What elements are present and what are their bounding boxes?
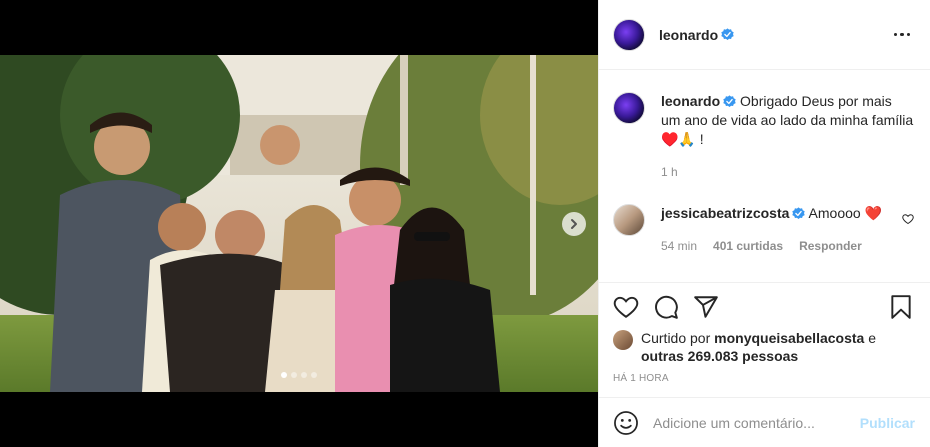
liked-by: Curtido por monyqueisabellacosta e outra… (613, 329, 914, 365)
bookmark-icon (891, 295, 911, 319)
comment-input[interactable] (653, 414, 860, 431)
comment-likes[interactable]: 401 curtidas (713, 237, 783, 256)
heart-icon (613, 296, 639, 318)
verified-badge-icon (723, 95, 736, 108)
caption: leonardo Obrigado Deus por mais um ano d… (613, 92, 914, 182)
share-button[interactable] (693, 294, 719, 320)
heart-icon (902, 214, 914, 225)
reply-button[interactable]: Responder (799, 237, 862, 256)
emoji-button[interactable] (613, 410, 639, 436)
carousel-dot (291, 372, 297, 378)
more-options-icon (893, 32, 897, 37)
chevron-right-icon (571, 219, 577, 229)
caption-time[interactable]: 1 h (661, 163, 678, 182)
like-button[interactable] (613, 294, 639, 320)
comment-text: Amoooo ❤️ (808, 205, 882, 221)
post-side-panel: leonardo leonardo Obrigado Deus por mais… (598, 0, 930, 447)
post-media (0, 0, 598, 447)
author-avatar[interactable] (613, 18, 645, 51)
comment-icon (655, 295, 678, 319)
post-photo[interactable] (0, 55, 598, 392)
post-header: leonardo (599, 0, 930, 70)
liker-avatar[interactable] (613, 330, 633, 350)
verified-badge-icon (721, 28, 734, 41)
add-comment-bar: Publicar (599, 397, 930, 447)
post-timestamp[interactable]: HÁ 1 HORA (613, 373, 914, 384)
liked-by-prefix: Curtido por (641, 330, 711, 346)
verified-badge-icon (792, 207, 806, 220)
emoji-icon (614, 410, 638, 435)
caption-avatar[interactable] (613, 92, 645, 124)
comment-button[interactable] (653, 294, 679, 320)
next-slide-button[interactable] (562, 212, 586, 236)
post-actions: Curtido por monyqueisabellacosta e outra… (599, 282, 930, 396)
share-icon (694, 296, 718, 318)
comment-time[interactable]: 54 min (661, 237, 697, 256)
liker-username[interactable]: monyqueisabellacosta (714, 330, 864, 346)
comments-section: leonardo Obrigado Deus por mais um ano d… (599, 70, 930, 282)
carousel-dot (311, 372, 317, 378)
author-username[interactable]: leonardo (659, 27, 718, 43)
carousel-dot-active (281, 372, 287, 378)
carousel-indicator (0, 372, 598, 378)
comment-like-button[interactable] (902, 212, 914, 228)
commenter-username[interactable]: jessicabeatrizcosta (661, 205, 789, 221)
commenter-avatar[interactable] (613, 204, 645, 236)
save-button[interactable] (888, 294, 914, 320)
likes-count[interactable]: outras 269.083 pessoas (641, 348, 798, 364)
publish-button[interactable]: Publicar (860, 415, 915, 431)
liked-by-connector: e (868, 330, 877, 346)
family-photo-illustration (0, 55, 598, 392)
more-options-button[interactable] (888, 27, 917, 43)
comment-item: jessicabeatrizcosta Amoooo ❤️ 54 min 401… (613, 204, 914, 256)
carousel-dot (301, 372, 307, 378)
caption-username[interactable]: leonardo (661, 93, 720, 109)
